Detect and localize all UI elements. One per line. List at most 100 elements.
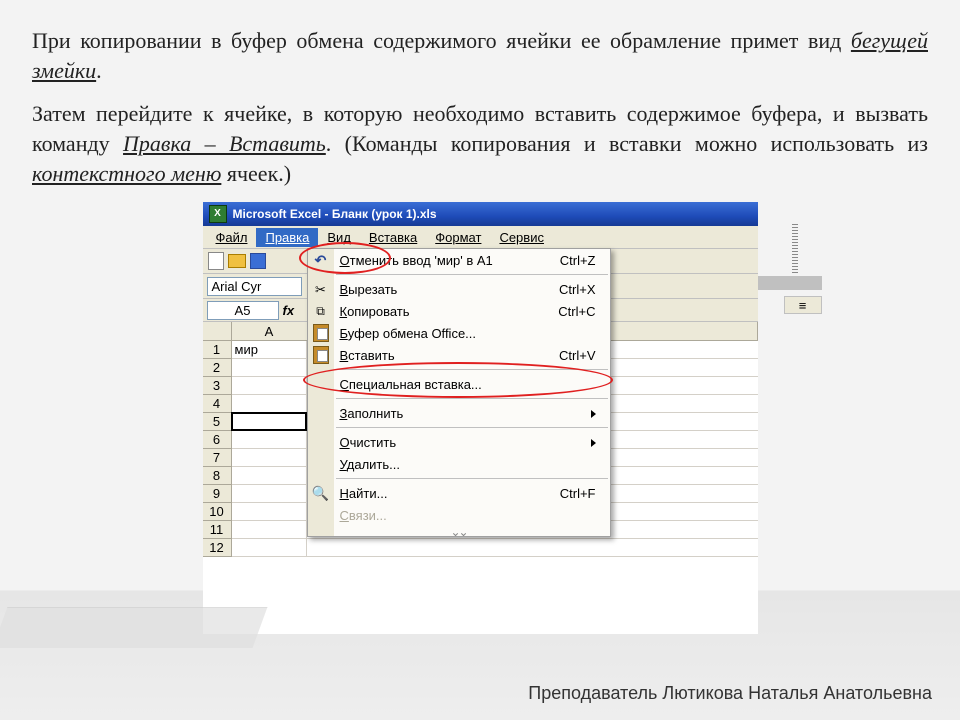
row-header[interactable]: 1	[203, 341, 232, 359]
font-name-selector[interactable]: Arial Cyr	[207, 277, 302, 296]
menu-item[interactable]: 🔍 Найти... Ctrl+F	[308, 482, 610, 504]
cropped-bar	[758, 276, 822, 290]
menu-view[interactable]: Вид	[318, 228, 360, 247]
edit-menu-dropdown[interactable]: ↶Отменить ввод 'мир' в A1Ctrl+Z ✂ Вырезать…	[307, 248, 611, 537]
submenu-arrow-icon	[591, 436, 596, 449]
cell-rest[interactable]	[307, 539, 758, 557]
submenu-arrow-icon	[591, 407, 596, 420]
save-button[interactable]	[249, 252, 267, 270]
row-header[interactable]: 4	[203, 395, 232, 413]
row-header[interactable]: 7	[203, 449, 232, 467]
cell-A4[interactable]	[232, 395, 307, 413]
menu-item-label: Вырезать	[340, 283, 398, 296]
cell-A5[interactable]	[231, 412, 307, 431]
new-file-icon	[208, 252, 224, 270]
text: .	[96, 58, 102, 83]
menu-item-label: Буфер обмена Office...	[340, 327, 477, 340]
window-titlebar: Microsoft Excel - Бланк (урок 1).xls	[203, 202, 758, 226]
fx-icon[interactable]: fx	[283, 304, 295, 317]
row-header[interactable]: 2	[203, 359, 232, 377]
new-file-button[interactable]	[207, 252, 225, 270]
row-header[interactable]: 9	[203, 485, 232, 503]
row-header[interactable]: 8	[203, 467, 232, 485]
row-header[interactable]: 12	[203, 539, 232, 557]
menu-expand-chevron[interactable]: ⌄⌄	[308, 526, 610, 536]
menu-item-label: Вставить	[340, 349, 395, 362]
undo-icon: ↶	[315, 253, 327, 267]
menu-separator	[336, 427, 608, 428]
row-header[interactable]: 10	[203, 503, 232, 521]
menu-format[interactable]: Формат	[426, 228, 490, 247]
menu-insert[interactable]: Вставка	[360, 228, 426, 247]
menu-item-shortcut: Ctrl+V	[559, 349, 595, 362]
cell-A3[interactable]	[232, 377, 307, 395]
clipboard-icon	[313, 346, 329, 364]
menu-item-label: Очистить	[340, 436, 397, 449]
menu-edit[interactable]: Правка	[256, 228, 318, 247]
cell-A7[interactable]	[232, 449, 307, 467]
cell-A12[interactable]	[232, 539, 307, 557]
binoculars-icon: 🔍	[312, 486, 329, 500]
col-header-A[interactable]: A	[232, 322, 308, 340]
menu-item[interactable]: Специальная вставка...	[308, 373, 610, 395]
menu-separator	[336, 274, 608, 275]
menu-bar[interactable]: Файл Правка Вид Вставка Формат Сервис	[203, 226, 758, 249]
row-header[interactable]: 5	[203, 413, 232, 431]
menu-separator	[336, 478, 608, 479]
menu-item[interactable]: Вставить Ctrl+V	[308, 344, 610, 366]
menu-item[interactable]: Очистить	[308, 431, 610, 453]
excel-screenshot: Microsoft Excel - Бланк (урок 1).xls Фай…	[203, 202, 758, 634]
menu-item[interactable]: Удалить...	[308, 453, 610, 475]
menu-item[interactable]: Заполнить	[308, 402, 610, 424]
copy-icon: ⧉	[316, 305, 325, 317]
font-name-value: Arial Cyr	[212, 280, 262, 293]
cell-A11[interactable]	[232, 521, 307, 539]
menu-item-label: Связи...	[340, 509, 387, 522]
select-all-corner[interactable]	[203, 322, 232, 340]
slide-footer-author: Преподаватель Лютикова Наталья Анатольев…	[528, 683, 932, 704]
menu-item[interactable]: Буфер обмена Office...	[308, 322, 610, 344]
cell-A9[interactable]	[232, 485, 307, 503]
align-justify-button[interactable]: ≡	[784, 296, 822, 314]
menu-item-shortcut: Ctrl+Z	[560, 254, 596, 267]
menu-item-label: Заполнить	[340, 407, 404, 420]
text: ячеек.)	[221, 161, 291, 186]
menu-item-label: Копировать	[340, 305, 410, 318]
name-box[interactable]: A5	[207, 301, 279, 320]
cell-A1[interactable]: мир	[232, 341, 307, 359]
menu-item-shortcut: Ctrl+X	[559, 283, 595, 296]
menu-item-shortcut: Ctrl+C	[558, 305, 595, 318]
clipboard-icon	[313, 324, 329, 342]
row-header[interactable]: 6	[203, 431, 232, 449]
menu-item[interactable]: ⧉ Копировать Ctrl+C	[308, 300, 610, 322]
row-header[interactable]: 11	[203, 521, 232, 539]
cell-A10[interactable]	[232, 503, 307, 521]
paragraph-2: Затем перейдите к ячейке, в которую необ…	[32, 99, 928, 188]
cell-A6[interactable]	[232, 431, 307, 449]
text: При копировании в буфер обмена содержимо…	[32, 28, 851, 53]
folder-open-icon	[228, 254, 246, 268]
menu-item-label: Удалить...	[340, 458, 400, 471]
menu-item-shortcut: Ctrl+F	[560, 487, 596, 500]
save-icon	[250, 253, 266, 269]
menu-item-label: Специальная вставка...	[340, 378, 482, 391]
menu-file[interactable]: Файл	[207, 228, 257, 247]
row: 12	[203, 539, 758, 557]
name-box-value: A5	[235, 304, 251, 317]
cell-A8[interactable]	[232, 467, 307, 485]
cropped-toolbar-fragment: ≡	[758, 202, 828, 634]
menu-tools[interactable]: Сервис	[490, 228, 553, 247]
text: . (Команды копирования и вставки можно и…	[326, 131, 928, 156]
toolbar-grip-icon	[792, 224, 798, 274]
menu-item[interactable]: ↶Отменить ввод 'мир' в A1Ctrl+Z	[308, 249, 610, 271]
row-header[interactable]: 3	[203, 377, 232, 395]
explanatory-text: При копировании в буфер обмена содержимо…	[0, 0, 960, 188]
open-file-button[interactable]	[228, 252, 246, 270]
scissors-icon: ✂	[315, 283, 326, 296]
cell-A2[interactable]	[232, 359, 307, 377]
menu-item-label: Найти...	[340, 487, 388, 500]
menu-separator	[336, 369, 608, 370]
menu-item: Связи...	[308, 504, 610, 526]
menu-item[interactable]: ✂ Вырезать Ctrl+X	[308, 278, 610, 300]
context-menu-term: контекстного меню	[32, 161, 221, 186]
